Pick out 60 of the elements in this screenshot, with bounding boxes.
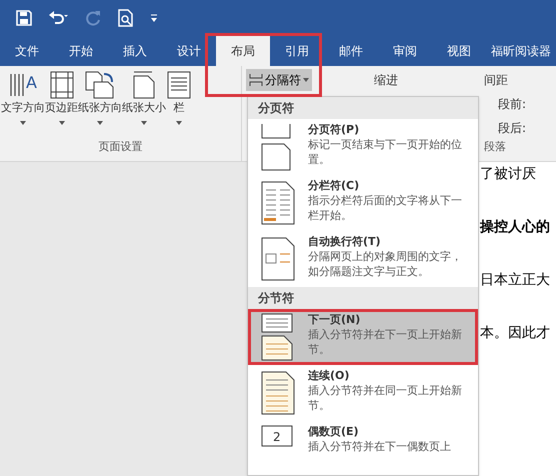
- ribbon-tab[interactable]: 布局: [216, 36, 270, 66]
- menu-item-description: 标记一页结束与下一页开始的位置。: [308, 137, 463, 167]
- breaks-button[interactable]: 分隔符: [246, 69, 312, 91]
- spacing-label: 间距: [484, 72, 509, 89]
- ribbon-button[interactable]: 页边距: [45, 70, 78, 124]
- document-text: 操控人心的: [480, 218, 551, 237]
- menu-section-header: 分节符: [248, 287, 478, 309]
- menu-item-description: 插入分节符并在下一偶数页上: [308, 439, 451, 454]
- menu-item-title: 自动换行符(T): [308, 234, 382, 249]
- menu-item[interactable]: 下一页(N) 插入分节符并在下一页上开始新节。: [248, 309, 478, 365]
- document-text: 本。因此才: [480, 324, 551, 343]
- ribbon-tab[interactable]: 文件: [0, 36, 54, 66]
- columns-icon: [166, 70, 192, 100]
- group-label: 段落: [484, 138, 507, 154]
- space-after-label: 段后:: [498, 120, 526, 137]
- undo-icon[interactable]: [48, 10, 70, 26]
- menu-item-title: 连续(O): [308, 368, 350, 383]
- ribbon-tab[interactable]: 引用: [270, 36, 324, 66]
- menu-item-title: 分栏符(C): [308, 178, 360, 193]
- ribbon-tab[interactable]: 福昕阅读器: [486, 36, 556, 66]
- print-preview-icon[interactable]: [118, 9, 134, 27]
- menu-item-description: 指示分栏符后面的文字将从下一栏开始。: [308, 193, 463, 223]
- document-text: 日本立正大: [480, 271, 551, 290]
- customize-menu-icon[interactable]: [150, 13, 158, 23]
- ribbon-button[interactable]: 纸张方向: [78, 70, 122, 124]
- space-before-label: 段前:: [498, 96, 526, 113]
- caret-icon: [58, 120, 64, 124]
- document-text: 了被讨厌: [480, 165, 537, 184]
- save-icon[interactable]: [16, 10, 32, 26]
- ribbon-tab[interactable]: 邮件: [324, 36, 378, 66]
- menu-item[interactable]: 连续(O) 插入分节符并在同一页上开始新节。: [248, 365, 478, 421]
- group-label: 页面设置: [98, 138, 144, 154]
- breaks-icon: [249, 73, 263, 87]
- menu-item[interactable]: 2 偶数页(E) 插入分节符并在下一偶数页上: [248, 421, 478, 457]
- menu-item-title: 下一页(N): [308, 312, 362, 327]
- menu-item-description: 插入分节符并在同一页上开始新节。: [308, 383, 463, 413]
- indent-label: 缩进: [374, 72, 399, 89]
- menu-item-title: 分页符(P): [308, 122, 360, 137]
- ribbon-tab[interactable]: 设计: [162, 36, 216, 66]
- caret-icon: [141, 120, 147, 124]
- menu-item-description: 插入分节符并在下一页上开始新节。: [308, 327, 463, 357]
- menu-item-title: 偶数页(E): [308, 424, 360, 439]
- ribbon-tab[interactable]: 开始: [54, 36, 108, 66]
- ribbon-tab[interactable]: 插入: [108, 36, 162, 66]
- menu-section-header: 分页符: [248, 97, 478, 119]
- caret-icon: [303, 78, 309, 82]
- caret-icon: [97, 120, 103, 124]
- ribbon-button[interactable]: 纸张大小: [122, 70, 166, 124]
- page-orientation-icon: [84, 70, 116, 100]
- ribbon-button[interactable]: A 文字方向: [1, 70, 45, 124]
- menu-item[interactable]: 分栏符(C) 指示分栏符后面的文字将从下一栏开始。: [248, 175, 478, 231]
- caret-icon: [176, 120, 182, 124]
- menu-item[interactable]: 分页符(P) 标记一页结束与下一页开始的位置。: [248, 119, 478, 175]
- ribbon-button[interactable]: 栏: [166, 70, 192, 124]
- margins-icon: [48, 70, 74, 100]
- menu-item-description: 分隔网页上的对象周围的文字，如分隔题注文字与正文。: [308, 249, 463, 279]
- caret-icon: [20, 120, 26, 124]
- menu-item[interactable]: 自动换行符(T) 分隔网页上的对象周围的文字，如分隔题注文字与正文。: [248, 231, 478, 287]
- ribbon-tab[interactable]: 视图: [432, 36, 486, 66]
- ribbon-tab[interactable]: 审阅: [378, 36, 432, 66]
